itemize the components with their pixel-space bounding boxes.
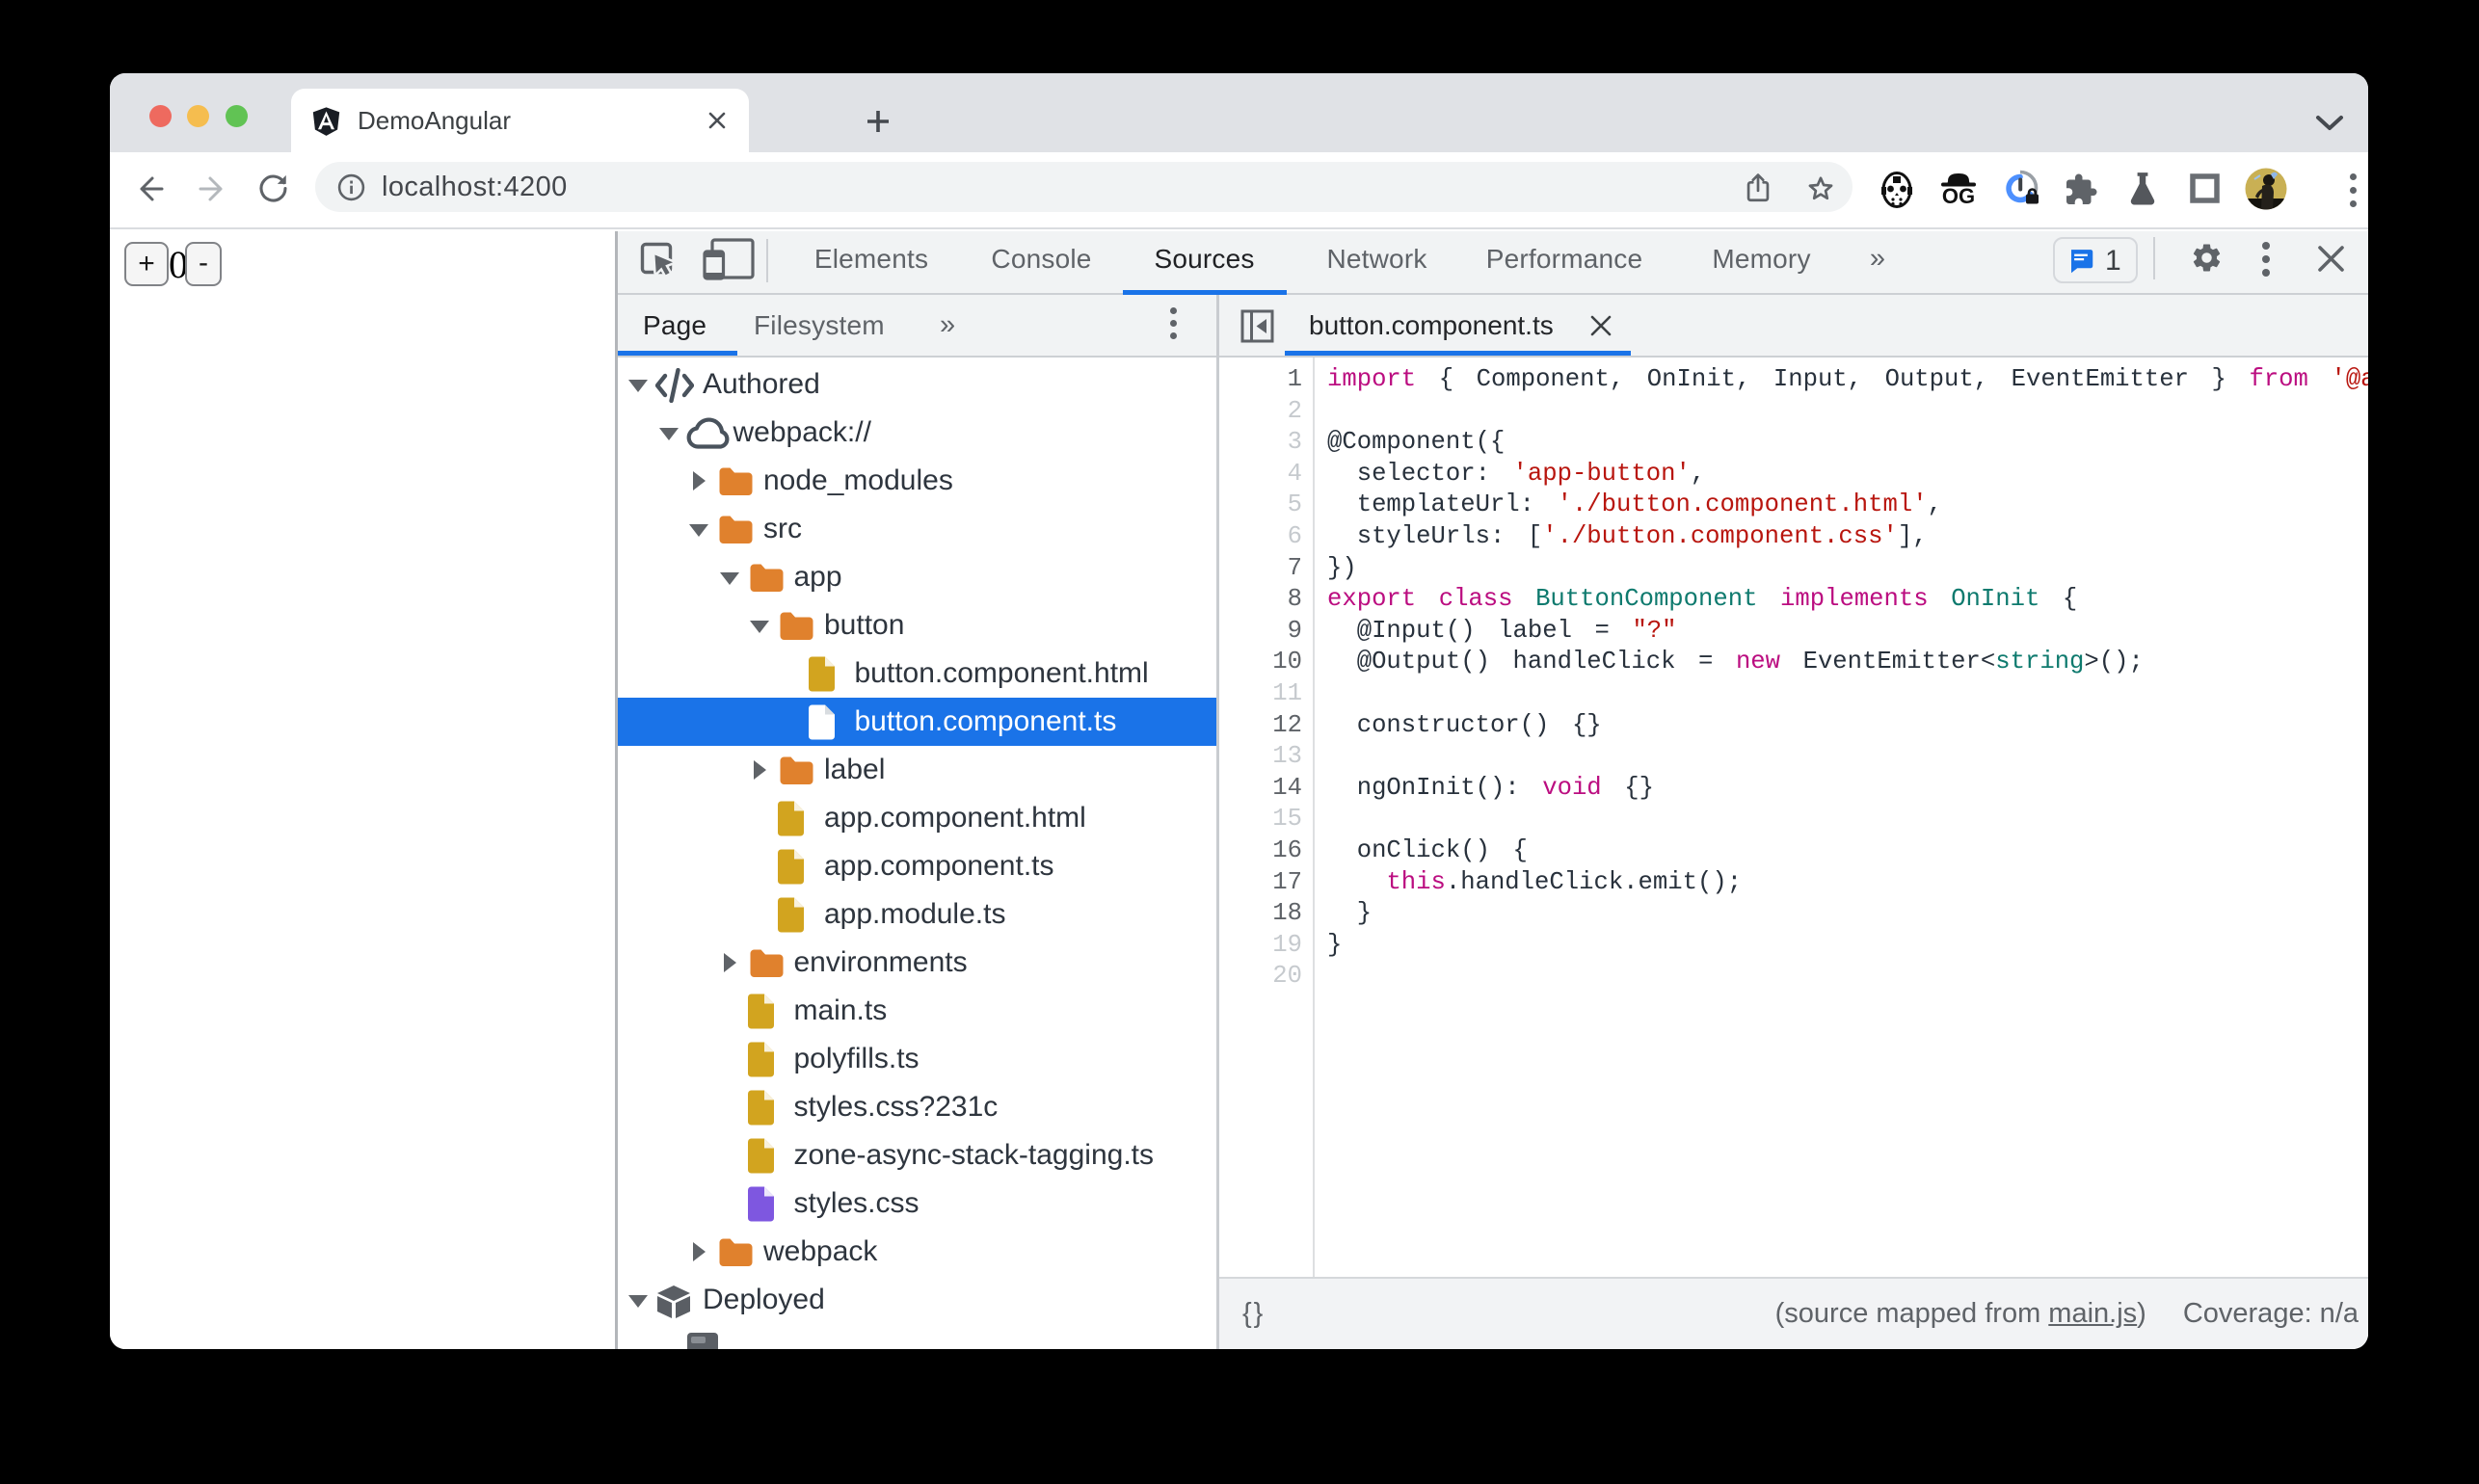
svg-text:OG: OG <box>1942 184 1975 207</box>
